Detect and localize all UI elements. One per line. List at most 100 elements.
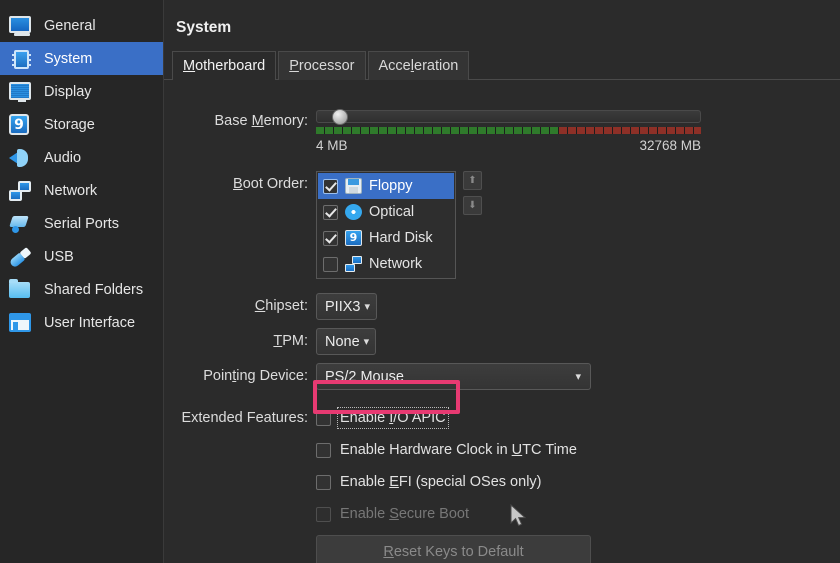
chevron-down-icon: ▾ [363,336,370,348]
pointing-device-row: Pointing Device: PS/2 Mouse ▾ [164,363,840,390]
boot-item-label: Network [369,256,423,272]
boot-item-label: Optical [369,204,415,220]
page-title: System [176,19,232,36]
sidebar-item-label: USB [44,248,74,265]
checkbox-box[interactable] [316,410,331,426]
checkbox-enable-efi-special-oses-only[interactable]: Enable EFI (special OSes only) [316,466,840,498]
settings-main-panel: System Motherboard Processor Acceleration … [164,0,840,563]
chipset-dropdown[interactable]: PIIX3 ▾ [316,293,377,320]
boot-item-optical[interactable]: Optical [318,199,454,225]
reset-keys-to-default-button: Reset Keys to Default [316,535,591,563]
boot-order-list[interactable]: Floppy Optical 9 Hard Disk Network [316,171,456,279]
memory-range-labels: 4 MB 32768 MB [316,138,701,153]
checkbox-enable-hardware-clock-in-utc-time[interactable]: Enable Hardware Clock in UTC Time [316,434,840,466]
network-icon [9,179,33,203]
chevron-down-icon: ▾ [575,371,581,383]
floppy-icon [345,178,362,194]
tab-motherboard[interactable]: Motherboard [172,51,277,81]
tab-label: Processor [289,58,355,74]
base-memory-label: Base Memory: [214,113,308,129]
checkbox-enable-i-o-apic[interactable]: Enable I/O APIC [316,402,840,434]
optical-icon [345,204,362,220]
tpm-value: None [325,333,360,350]
memory-scale-bar [316,127,701,134]
chevron-down-icon: ▾ [364,301,370,313]
tpm-field: None ▾ [316,328,840,355]
boot-order-arrows: ⬆ ⬇ [463,171,482,221]
memory-scale-green [316,127,559,134]
checkbox-label: Enable Secure Boot [340,506,469,522]
tab-acceleration[interactable]: Acceleration [367,51,470,80]
pointing-device-dropdown[interactable]: PS/2 Mouse ▾ [316,363,591,390]
boot-order-row: Boot Order: Floppy Optical 9 Hard Disk Netwo… [164,171,840,279]
extended-features-list: Enable I/O APIC Enable Hardware Clock in … [316,402,840,530]
sidebar-item-display[interactable]: Display [0,75,163,108]
checkbox-label: Enable EFI (special OSes only) [340,474,542,490]
motherboard-form: Base Memory: 4 MB 32768 MB Boot Order: F… [164,109,840,563]
serial-port-icon [9,212,33,236]
boot-item-network[interactable]: Network [318,251,454,277]
checkbox-label: Enable I/O APIC [337,407,449,429]
boot-item-label: Hard Disk [369,230,433,246]
move-down-button[interactable]: ⬇ [463,196,482,215]
hard-disk-icon: 9 [9,113,33,137]
sidebar-item-user-interface[interactable]: User Interface [0,306,163,339]
sidebar-item-shared-folders[interactable]: Shared Folders [0,273,163,306]
sidebar-item-storage[interactable]: 9 Storage [0,108,163,141]
base-memory-field: 4 MB 32768 MB 1024 MB ▲ ▼ [316,109,840,153]
checkbox-box[interactable] [316,442,331,458]
slider-handle[interactable] [332,109,349,125]
display-icon [9,80,33,104]
checkbox-label: Enable Hardware Clock in UTC Time [340,442,577,458]
sidebar-item-audio[interactable]: Audio [0,141,163,174]
sidebar-item-label: Storage [44,116,95,133]
checkbox-box [316,506,331,522]
boot-item-checkbox[interactable] [323,256,338,272]
reset-button-label: Reset Keys to Default [383,543,524,560]
move-up-button[interactable]: ⬆ [463,171,482,190]
sidebar-item-network[interactable]: Network [0,174,163,207]
boot-item-checkbox[interactable] [323,178,338,194]
pointing-device-label: Pointing Device: [203,368,308,384]
window-icon [9,311,33,335]
sidebar-item-usb[interactable]: USB [0,240,163,273]
checkbox-box[interactable] [316,474,331,490]
base-memory-slider[interactable] [316,109,701,134]
network-icon [345,256,362,272]
usb-icon [9,245,33,269]
monitor-icon [9,14,33,38]
boot-order-label: Boot Order: [233,176,308,192]
boot-item-checkbox[interactable] [323,204,338,220]
boot-order-field: Floppy Optical 9 Hard Disk Network ⬆ ⬇ [316,171,840,279]
extended-features-label: Extended Features: [181,410,308,426]
sidebar-item-label: Serial Ports [44,215,119,232]
boot-item-checkbox[interactable] [323,230,338,246]
tab-label: Acceleration [378,58,459,74]
boot-item-hard-disk[interactable]: 9 Hard Disk [318,225,454,251]
tpm-label: TPM: [273,333,308,349]
extended-features-row: Extended Features: Enable I/O APIC Enable… [164,402,840,563]
tpm-dropdown[interactable]: None ▾ [316,328,377,355]
sidebar-item-system[interactable]: System [0,42,163,75]
folder-icon [9,278,33,302]
sidebar-item-label: Audio [44,149,82,166]
boot-item-floppy[interactable]: Floppy [318,173,454,199]
slider-groove[interactable] [316,109,701,125]
pointing-device-value: PS/2 Mouse [325,368,404,385]
sidebar-item-label: User Interface [44,314,136,331]
virtualbox-settings-window: General System Display 9 Storage Audio Network… [0,0,840,563]
sidebar-item-general[interactable]: General [0,9,163,42]
tab-processor[interactable]: Processor [278,51,366,80]
chipset-value: PIIX3 [325,298,361,315]
memory-min-label: 4 MB [316,138,348,153]
sidebar-item-label: System [44,50,93,67]
memory-max-label: 32768 MB [639,138,701,153]
chipset-row: Chipset: PIIX3 ▾ [164,293,840,320]
sidebar-item-serial-ports[interactable]: Serial Ports [0,207,163,240]
sidebar-item-label: General [44,17,96,34]
sidebar-item-label: Shared Folders [44,281,144,298]
tpm-row: TPM: None ▾ [164,328,840,355]
settings-sidebar: General System Display 9 Storage Audio Network… [0,0,164,563]
pointing-device-field: PS/2 Mouse ▾ [316,363,840,390]
sidebar-item-label: Network [44,182,98,199]
